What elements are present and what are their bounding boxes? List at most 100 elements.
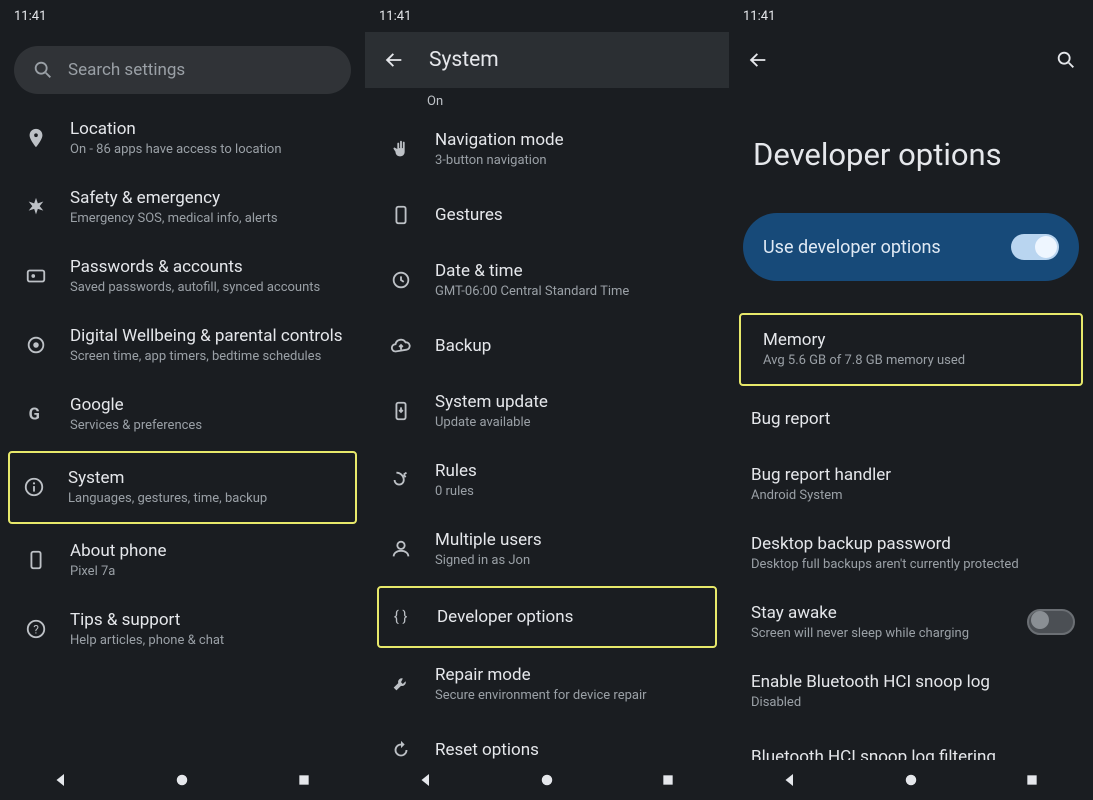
toggle-switch-on[interactable]: [1011, 234, 1059, 260]
status-bar: 11:41: [0, 0, 365, 32]
nav-recents[interactable]: [1021, 769, 1043, 791]
item-backup[interactable]: Backup: [365, 315, 729, 377]
item-sub: Screen time, app timers, bedtime schedul…: [70, 349, 347, 366]
item-rules[interactable]: Rules 0 rules: [365, 446, 729, 515]
search-icon: [32, 59, 54, 81]
hand-icon: [389, 137, 413, 161]
item-title: Developer options: [437, 606, 707, 628]
item-title: Repair mode: [435, 664, 711, 686]
nav-recents[interactable]: [657, 769, 679, 791]
system-header: System: [365, 32, 729, 88]
cut-label: On: [365, 88, 729, 115]
nav-recents[interactable]: [293, 769, 315, 791]
nav-back[interactable]: [415, 769, 437, 791]
toggle-switch-off[interactable]: [1027, 609, 1075, 635]
clock: 11:41: [379, 9, 411, 24]
user-icon: [389, 537, 413, 561]
item-bt-hci-filter[interactable]: Bluetooth HCI snoop log filtering: [729, 726, 1093, 760]
item-sub: Secure environment for device repair: [435, 688, 711, 705]
cloud-icon: [389, 334, 413, 358]
nav-bar: [365, 760, 729, 800]
item-title: Location: [70, 118, 347, 140]
item-developer-options[interactable]: { } Developer options: [377, 586, 717, 648]
item-sub: Avg 5.6 GB of 7.8 GB memory used: [763, 353, 1073, 370]
item-sub: Emergency SOS, medical info, alerts: [70, 211, 347, 228]
settings-item-wellbeing[interactable]: Digital Wellbeing & parental controls Sc…: [0, 311, 365, 380]
item-title: About phone: [70, 540, 347, 562]
settings-list: Location On - 86 apps have access to loc…: [0, 104, 365, 760]
settings-item-location[interactable]: Location On - 86 apps have access to loc…: [0, 104, 365, 173]
wrench-icon: [389, 672, 413, 696]
header-title: System: [429, 48, 499, 72]
search-settings-bar[interactable]: Search settings: [14, 46, 351, 94]
item-bug-report[interactable]: Bug report: [729, 388, 1093, 450]
settings-main-screen: 11:41 Search settings Location On - 86 a…: [0, 0, 365, 800]
toggle-label: Use developer options: [763, 237, 941, 258]
nav-back[interactable]: [779, 769, 801, 791]
info-icon: [22, 475, 46, 499]
nav-home[interactable]: [900, 769, 922, 791]
status-bar: 11:41: [365, 0, 729, 32]
item-sub: Android System: [751, 488, 1075, 505]
search-button[interactable]: [1055, 49, 1077, 71]
item-multiple-users[interactable]: Multiple users Signed in as Jon: [365, 515, 729, 584]
item-title: Tips & support: [70, 609, 347, 631]
rules-icon: [389, 468, 413, 492]
item-date-time[interactable]: Date & time GMT-06:00 Central Standard T…: [365, 246, 729, 315]
item-sub: Saved passwords, autofill, synced accoun…: [70, 280, 347, 297]
settings-item-passwords[interactable]: Passwords & accounts Saved passwords, au…: [0, 242, 365, 311]
svg-text:?: ?: [33, 623, 39, 637]
location-icon: [24, 126, 48, 150]
item-title: Passwords & accounts: [70, 256, 347, 278]
item-title: Memory: [763, 329, 1073, 351]
item-sub: Help articles, phone & chat: [70, 633, 347, 650]
dev-options-list: Memory Avg 5.6 GB of 7.8 GB memory used …: [729, 311, 1093, 760]
settings-item-system[interactable]: System Languages, gestures, time, backup: [8, 451, 357, 524]
item-title: Gestures: [435, 204, 711, 226]
item-sub: Services & preferences: [70, 418, 347, 435]
settings-item-safety[interactable]: Safety & emergency Emergency SOS, medica…: [0, 173, 365, 242]
status-bar: 11:41: [729, 0, 1093, 32]
item-title: Backup: [435, 335, 711, 357]
settings-item-about[interactable]: About phone Pixel 7a: [0, 526, 365, 595]
settings-item-google[interactable]: G Google Services & preferences: [0, 380, 365, 449]
item-sub: 3-button navigation: [435, 153, 711, 170]
settings-item-tips[interactable]: ? Tips & support Help articles, phone & …: [0, 595, 365, 664]
item-title: Navigation mode: [435, 129, 711, 151]
item-sub: Screen will never sleep while charging: [751, 626, 1005, 643]
page-title: Developer options: [729, 88, 1093, 213]
nav-home[interactable]: [171, 769, 193, 791]
item-repair-mode[interactable]: Repair mode Secure environment for devic…: [365, 650, 729, 719]
item-bt-hci-log[interactable]: Enable Bluetooth HCI snoop log Disabled: [729, 657, 1093, 726]
item-navigation-mode[interactable]: Navigation mode 3-button navigation: [365, 115, 729, 184]
reset-icon: [389, 738, 413, 760]
item-memory[interactable]: Memory Avg 5.6 GB of 7.8 GB memory used: [739, 313, 1083, 386]
google-icon: G: [24, 402, 48, 426]
item-stay-awake[interactable]: Stay awake Screen will never sleep while…: [729, 588, 1093, 657]
item-sub: GMT-06:00 Central Standard Time: [435, 284, 711, 301]
item-desktop-backup-password[interactable]: Desktop backup password Desktop full bac…: [729, 519, 1093, 588]
nav-bar: [729, 760, 1093, 800]
item-sub: 0 rules: [435, 484, 711, 501]
use-dev-options-toggle[interactable]: Use developer options: [743, 213, 1079, 281]
item-gestures[interactable]: Gestures: [365, 184, 729, 246]
item-title: Reset options: [435, 739, 711, 760]
nav-home[interactable]: [536, 769, 558, 791]
svg-text:{ }: { }: [394, 608, 408, 626]
item-title: Bluetooth HCI snoop log filtering: [751, 746, 1075, 760]
item-title: Stay awake: [751, 602, 1005, 624]
dev-header: [729, 32, 1093, 88]
item-bug-report-handler[interactable]: Bug report handler Android System: [729, 450, 1093, 519]
item-sub: Update available: [435, 415, 711, 432]
item-title: Digital Wellbeing & parental controls: [70, 325, 347, 347]
item-reset-options[interactable]: Reset options: [365, 719, 729, 760]
item-title: System: [68, 467, 347, 489]
back-button[interactable]: [381, 49, 407, 71]
nav-back[interactable]: [50, 769, 72, 791]
item-title: Enable Bluetooth HCI snoop log: [751, 671, 1075, 693]
back-button[interactable]: [745, 49, 771, 71]
item-system-update[interactable]: System update Update available: [365, 377, 729, 446]
item-title: Bug report: [751, 408, 1075, 430]
key-icon: [24, 264, 48, 288]
asterisk-icon: [24, 195, 48, 219]
